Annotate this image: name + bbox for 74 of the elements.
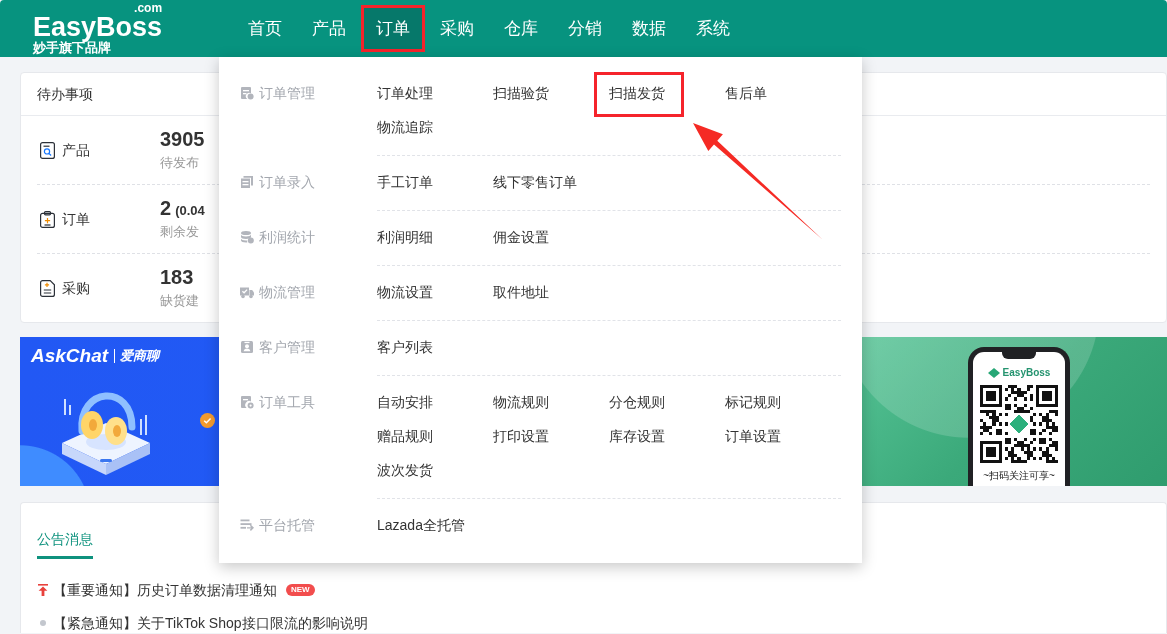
nav-tab[interactable]: 采购 <box>425 5 489 52</box>
menu-link[interactable]: 分仓规则 <box>609 392 665 412</box>
notice-link[interactable]: 【重要通知】历史订单数据清理通知 <box>53 580 277 600</box>
logo-text: EasyBoss <box>33 14 163 40</box>
card-title: 待办事项 <box>37 85 93 104</box>
nav-tab[interactable]: 首页 <box>233 5 297 52</box>
check-badge-icon <box>200 413 215 428</box>
stat-label: 产品 <box>62 141 90 160</box>
stat-caption: 待发布 <box>160 154 199 172</box>
menu-link[interactable]: 取件地址 <box>493 282 549 302</box>
menu-group-title: 平台托管 <box>259 516 315 535</box>
document-gear-icon <box>240 395 254 409</box>
nav-tab[interactable]: 分销 <box>553 5 617 52</box>
menu-link[interactable]: 售后单 <box>725 83 767 103</box>
stat-label: 订单 <box>62 210 90 229</box>
menu-link[interactable]: 物流设置 <box>377 282 433 302</box>
contact-card-icon <box>240 340 254 354</box>
document-list-icon <box>40 279 55 297</box>
menu-group-title: 订单工具 <box>259 393 315 412</box>
menu-link[interactable]: 波次发货 <box>377 460 433 480</box>
stat-caption: 剩余发 <box>160 223 199 241</box>
menu-link[interactable]: 利润明细 <box>377 227 433 247</box>
stat-caption: 缺货建 <box>160 292 199 310</box>
pin-top-icon <box>38 584 48 596</box>
menu-link[interactable]: 物流规则 <box>493 392 549 412</box>
menu-link[interactable]: 标记规则 <box>725 392 781 412</box>
document-search-icon <box>40 141 55 159</box>
menu-link[interactable]: 打印设置 <box>493 426 549 446</box>
menu-link[interactable]: 物流追踪 <box>377 117 433 137</box>
banner-brand-cn: 爱商聊 <box>114 349 160 363</box>
menu-link[interactable]: 自动安排 <box>377 392 433 412</box>
nav-tab[interactable]: 订单 <box>361 5 425 52</box>
menu-group-title: 利润统计 <box>259 228 315 247</box>
list-arrow-icon <box>240 518 254 532</box>
nav-tab[interactable]: 系统 <box>681 5 745 52</box>
bullet-dot-icon <box>40 620 46 626</box>
phone-brand-text: EasyBoss <box>1002 367 1051 379</box>
stat-value: 2 <box>160 196 172 220</box>
banner-brand: AskChat <box>31 345 109 367</box>
clipboard-icon <box>240 86 254 100</box>
menu-link[interactable]: 扫描验货 <box>493 83 549 103</box>
logo-icon <box>987 368 1000 378</box>
clipboard-plus-icon <box>40 210 55 228</box>
phone-notch <box>1002 352 1036 359</box>
logo-suffix: .com <box>134 2 163 14</box>
nav-tab[interactable]: 仓库 <box>489 5 553 52</box>
menu-link[interactable]: 赠品规则 <box>377 426 433 446</box>
menu-group-title: 物流管理 <box>259 283 315 302</box>
nav-tab[interactable]: 产品 <box>297 5 361 52</box>
menu-group-title: 客户管理 <box>259 338 315 357</box>
menu-group-title: 订单录入 <box>259 173 315 192</box>
banner-image[interactable]: EasyBoss ~扫码关注可享~ <box>862 337 1167 486</box>
menu-link[interactable]: 客户列表 <box>377 337 433 357</box>
menu-group-title: 订单管理 <box>259 84 315 103</box>
menu-link[interactable]: Lazada全托管 <box>377 515 465 535</box>
stat-label: 采购 <box>62 279 90 298</box>
stat-value: 3905 <box>160 127 205 151</box>
menu-link[interactable]: 库存设置 <box>609 426 665 446</box>
notice-tab[interactable]: 公告消息 <box>37 529 93 559</box>
stat-detail: (0.04 <box>175 203 205 219</box>
menu-link[interactable]: 扫描发货 <box>609 83 665 103</box>
stat-value: 183 <box>160 265 194 289</box>
menu-link[interactable]: 手工订单 <box>377 172 433 192</box>
coin-stack-icon <box>240 230 254 244</box>
menu-link[interactable]: 佣金设置 <box>493 227 549 247</box>
notice-link[interactable]: 【紧急通知】关于TikTok Shop接口限流的影响说明 <box>53 613 368 633</box>
menu-link[interactable]: 线下零售订单 <box>493 172 577 192</box>
menu-link[interactable]: 订单处理 <box>377 83 433 103</box>
new-badge: NEW <box>286 584 315 596</box>
qr-caption: ~扫码关注可享~ <box>983 469 1055 482</box>
document-stack-icon <box>240 175 254 189</box>
truck-icon <box>240 285 254 299</box>
menu-link[interactable]: 订单设置 <box>725 426 781 446</box>
nav-tab[interactable]: 数据 <box>617 5 681 52</box>
